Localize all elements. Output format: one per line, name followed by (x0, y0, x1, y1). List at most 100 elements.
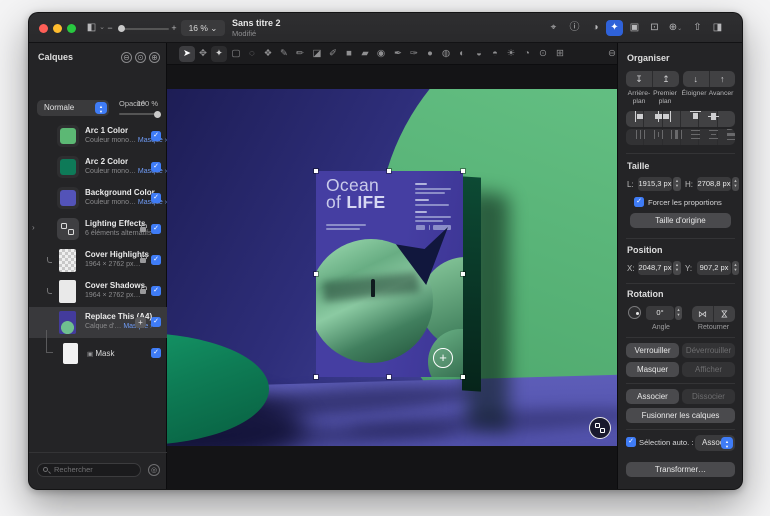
tool-sharpen[interactable]: ◒ (471, 46, 487, 62)
tool-pen[interactable]: ✒ (390, 46, 406, 62)
distribute-v-1-button[interactable] (681, 129, 700, 145)
flip-vertical-button[interactable]: ⋈ (717, 306, 733, 322)
distribute-v-2-button[interactable] (699, 129, 718, 145)
search-input[interactable]: Rechercher (37, 463, 141, 477)
layer-visibility-checkbox[interactable]: ✓ (151, 255, 161, 265)
opacity-slider[interactable] (119, 110, 161, 118)
x-stepper[interactable]: ▲ ▼ (673, 261, 681, 275)
selection-handle-s[interactable] (386, 374, 392, 380)
layer-row-lighting-effects[interactable]: › Lighting Effects 6 éléments alternatif… (29, 214, 167, 245)
minimize-button[interactable] (53, 24, 62, 33)
tool-pixel-paint[interactable]: ✏ (292, 46, 308, 62)
layer-row-cover-highlights[interactable]: Cover Highlights 1964 × 2762 px… ✓ (29, 245, 167, 276)
zoom-slider-knob[interactable] (118, 25, 125, 32)
tool-smudge[interactable]: ◔ (519, 46, 535, 62)
layer-visibility-checkbox[interactable]: ✓ (151, 348, 161, 358)
layer-visibility-checkbox[interactable]: ✓ (151, 193, 161, 203)
tool-erase[interactable]: ◪ (309, 46, 325, 62)
tool-quick-select[interactable]: ❖ (260, 46, 276, 62)
send-backward-button[interactable]: ↓ (683, 71, 710, 87)
align-bottom-button[interactable] (718, 111, 735, 127)
effects-icon[interactable]: ✦ (606, 20, 623, 36)
tool-pixel-pen[interactable]: ✐ (325, 46, 341, 62)
layer-row-mask[interactable]: ▣ Mask ✓ (29, 330, 167, 369)
tool-crop[interactable]: ⊞ (552, 46, 568, 62)
send-to-back-button[interactable]: ↧ (626, 71, 653, 87)
auto-select-checkbox[interactable]: ✓ (626, 437, 636, 447)
tool-freeform-pen[interactable]: ✑ (406, 46, 422, 62)
distribute-h-3-button[interactable] (663, 129, 683, 145)
more-tools-icon[interactable]: ⊕⌄ (667, 20, 684, 36)
layer-row-arc1[interactable]: Arc 1 Color Couleur mono… Masque › ✓ (29, 121, 167, 152)
tool-shape[interactable]: ■ (341, 46, 357, 62)
width-stepper[interactable]: ▲ ▼ (673, 177, 681, 191)
transform-button[interactable]: Transformer… (626, 462, 735, 477)
distribute-v-3-button[interactable] (718, 129, 735, 145)
add-mask-button[interactable]: + (135, 317, 146, 328)
show-button[interactable]: Afficher (682, 362, 735, 377)
tool-free-select[interactable]: ◌ (244, 46, 260, 62)
constrain-proportions-checkbox[interactable]: ✓ (634, 197, 644, 207)
tool-clone[interactable]: ◍ (438, 46, 454, 62)
group-button[interactable]: Associer (626, 389, 679, 404)
poster[interactable]: Ocean of LIFE (316, 171, 463, 377)
share-icon[interactable]: ⇧ (689, 20, 706, 36)
align-left-button[interactable] (626, 111, 645, 127)
collapse-layers-icon[interactable]: ⊖ (121, 52, 132, 63)
selection-handle-ne[interactable] (460, 168, 466, 174)
bring-forward-button[interactable]: ↑ (710, 71, 736, 87)
tool-blur[interactable]: ◐ (454, 46, 470, 62)
selection-handle-se[interactable] (460, 374, 466, 380)
align-middle-button[interactable] (699, 111, 719, 127)
layer-visibility-checkbox[interactable]: ✓ (151, 162, 161, 172)
tool-fill[interactable]: ◉ (373, 46, 389, 62)
flip-horizontal-button[interactable]: ⋈ (692, 306, 714, 322)
layer-settings-icon[interactable]: ⊙ (135, 52, 146, 63)
crop-icon[interactable]: ⊡ (646, 20, 663, 36)
selection-handle-sw[interactable] (313, 374, 319, 380)
distribute-h-1-button[interactable] (626, 129, 645, 145)
align-center-h-button[interactable] (644, 111, 663, 127)
bring-to-front-button[interactable]: ↥ (653, 71, 679, 87)
align-top-button[interactable] (681, 111, 701, 127)
layer-row-arc2[interactable]: Arc 2 Color Couleur mono… Masque › ✓ (29, 152, 167, 183)
layer-row-background[interactable]: Background Color Couleur mono… Masque › … (29, 183, 167, 214)
selection-handle-e[interactable] (460, 271, 466, 277)
add-layer-icon[interactable]: ⊕ (149, 52, 160, 63)
tool-desaturate[interactable]: ◓ (487, 46, 503, 62)
align-right-button[interactable] (663, 111, 681, 127)
rotation-dial[interactable] (628, 306, 641, 319)
width-field[interactable]: 1915,3 px (638, 177, 672, 191)
tool-lighten[interactable]: ☀ (503, 46, 519, 62)
layer-visibility-checkbox[interactable]: ✓ (151, 224, 161, 234)
close-button[interactable] (39, 24, 48, 33)
vector-tools-icon[interactable]: ⌖ (545, 20, 562, 36)
tool-move[interactable]: ✥ (195, 46, 211, 62)
document-artwork[interactable]: Ocean of LIFE + (167, 89, 619, 446)
alternates-badge[interactable] (589, 417, 611, 439)
zoom-level-dropdown[interactable]: 16 % ⌄ (181, 20, 225, 36)
height-stepper[interactable]: ▲ ▼ (732, 177, 739, 191)
tool-arrange[interactable]: ➤ (179, 46, 195, 62)
selection-handle-nw[interactable] (313, 168, 319, 174)
tool-zoom[interactable]: ⊙ (535, 46, 551, 62)
ungroup-button[interactable]: Dissocier (682, 389, 735, 404)
auto-select-dropdown[interactable]: Associer ▲ ▼ (695, 435, 735, 451)
layer-row-cover-shadows[interactable]: Cover Shadows 1964 × 2762 px… ✓ (29, 276, 167, 307)
tool-repair[interactable]: ● (422, 46, 438, 62)
tool-select[interactable]: ✦ (211, 46, 227, 62)
selection-handle-w[interactable] (313, 271, 319, 277)
layer-visibility-checkbox[interactable]: ✓ (151, 286, 161, 296)
x-field[interactable]: 2048,7 px (638, 261, 672, 275)
color-adjust-icon[interactable]: ◑ (587, 20, 604, 36)
tool-gradient[interactable]: ▰ (357, 46, 373, 62)
layer-visibility-checkbox[interactable]: ✓ (151, 131, 161, 141)
angle-stepper[interactable]: ▲ ▼ (675, 306, 682, 320)
y-stepper[interactable]: ▲ ▼ (732, 261, 739, 275)
tool-rect-select[interactable]: ▢ (228, 46, 244, 62)
zoom-in-icon[interactable]: + (169, 20, 179, 36)
original-size-button[interactable]: Taille d'origine (630, 213, 731, 228)
hide-button[interactable]: Masquer (626, 362, 679, 377)
lock-button[interactable]: Verrouiller (626, 343, 679, 358)
angle-field[interactable]: 0° (646, 306, 674, 320)
